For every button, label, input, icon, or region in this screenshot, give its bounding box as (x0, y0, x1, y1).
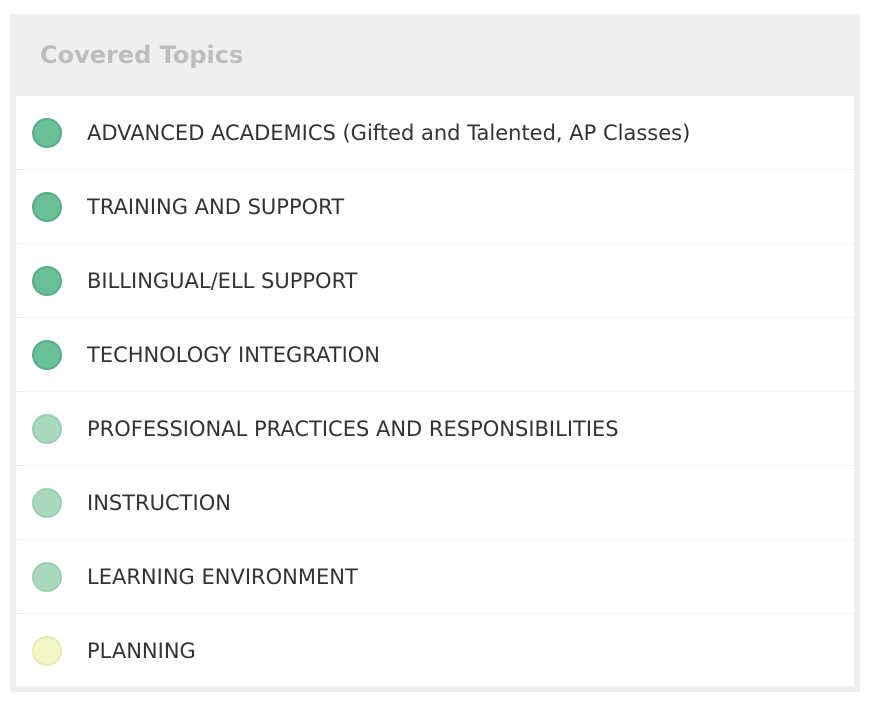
status-dot-icon (32, 636, 62, 666)
panel-title: Covered Topics (40, 41, 244, 69)
topic-label: BILLINGUAL/ELL SUPPORT (87, 268, 358, 293)
topic-item: BILLINGUAL/ELL SUPPORT (16, 244, 854, 318)
topic-label: PLANNING (87, 639, 196, 663)
status-dot-icon (32, 561, 62, 592)
covered-topics-panel: Covered Topics ADVANCED ACADEMICS (Gifte… (10, 14, 860, 692)
status-dot-icon (32, 265, 62, 296)
topic-list: ADVANCED ACADEMICS (Gifted and Talented,… (16, 96, 854, 686)
topic-item: ADVANCED ACADEMICS (Gifted and Talented,… (16, 96, 854, 170)
topic-label: INSTRUCTION (87, 490, 231, 515)
status-dot-icon (32, 339, 62, 370)
topic-label: PROFESSIONAL PRACTICES AND RESPONSIBILIT… (87, 416, 619, 441)
topic-label: ADVANCED ACADEMICS (Gifted and Talented,… (87, 120, 691, 145)
status-dot-icon (32, 117, 62, 148)
topic-item: PROFESSIONAL PRACTICES AND RESPONSIBILIT… (16, 392, 854, 466)
topic-label: TRAINING AND SUPPORT (87, 194, 345, 219)
topic-item: PLANNING (16, 614, 854, 688)
status-dot-icon (32, 487, 62, 518)
status-dot-icon (32, 413, 62, 444)
topic-label: LEARNING ENVIRONMENT (87, 564, 358, 589)
topic-item: LEARNING ENVIRONMENT (16, 540, 854, 614)
panel-header: Covered Topics (10, 14, 860, 96)
topic-item: TECHNOLOGY INTEGRATION (16, 318, 854, 392)
topic-item: TRAINING AND SUPPORT (16, 170, 854, 244)
topic-label: TECHNOLOGY INTEGRATION (87, 342, 381, 367)
topic-item: INSTRUCTION (16, 466, 854, 540)
status-dot-icon (32, 191, 62, 222)
